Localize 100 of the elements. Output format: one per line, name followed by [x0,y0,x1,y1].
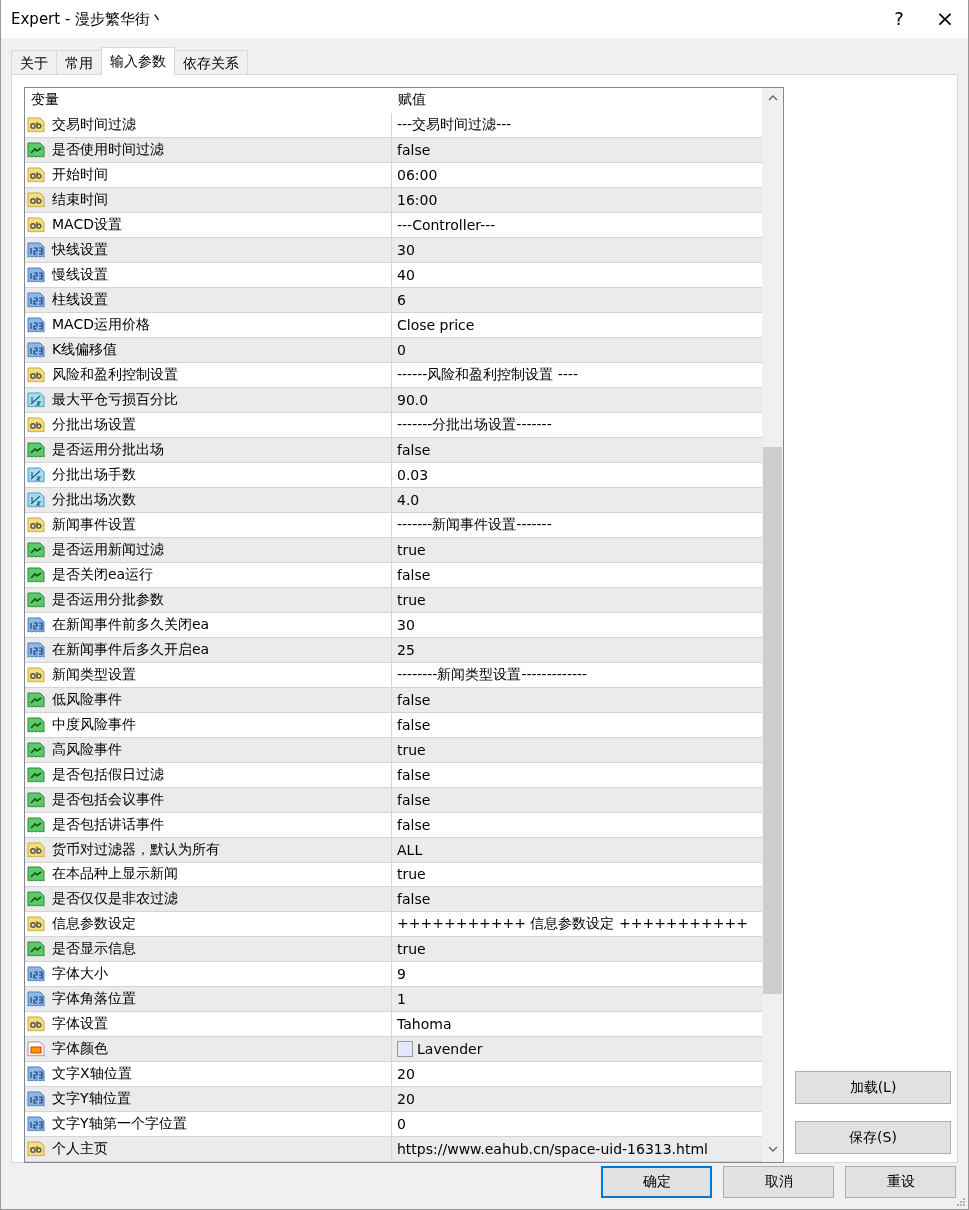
parameter-value[interactable]: true [397,591,426,608]
parameter-name: 新闻事件设置 [52,515,136,534]
parameter-value[interactable]: https://www.eahub.cn/space-uid-16313.html [397,1141,708,1158]
parameter-value[interactable]: 25 [397,641,415,658]
parameter-name: 开始时间 [52,165,108,184]
string-type-icon [27,215,45,234]
help-button[interactable]: ? [876,0,922,38]
parameter-name: 结束时间 [52,190,108,209]
parameter-value[interactable]: 0 [397,341,406,358]
bool-type-icon [27,565,45,584]
dialog-button[interactable]: 取消 [723,1166,834,1198]
color-type-icon [27,1040,45,1059]
parameter-value[interactable]: false [397,816,431,833]
parameter-name: 信息参数设定 [52,915,136,934]
parameter-value[interactable]: 0 [397,1116,406,1133]
int-type-icon [27,615,45,634]
parameter-name: 是否运用分批参数 [52,590,164,609]
parameter-value[interactable]: 40 [397,266,415,283]
parameter-name: 柱线设置 [52,290,108,309]
parameter-value[interactable]: -------新闻事件设置------- [397,515,552,534]
parameter-value[interactable]: Tahoma [397,1016,452,1033]
tab[interactable]: 输入参数 [101,47,175,75]
parameter-value[interactable]: false [397,566,431,583]
column-header: 变量 [31,91,59,110]
scroll-down-icon[interactable] [767,1144,778,1154]
int-type-icon [27,265,45,284]
parameter-name: MACD运用价格 [52,315,150,334]
parameter-name: 字体大小 [52,965,108,984]
parameter-value[interactable]: --------新闻类型设置------------- [397,665,588,684]
bool-type-icon [27,440,45,459]
parameter-value[interactable]: 30 [397,616,415,633]
parameter-value[interactable]: false [397,766,431,783]
parameter-value[interactable]: false [397,141,431,158]
scrollbar[interactable] [762,88,783,1162]
parameter-name: 文字Y轴第一个字位置 [52,1115,187,1134]
parameter-name: 是否包括假日过滤 [52,765,164,784]
close-button[interactable]: × [922,0,968,38]
int-type-icon [27,290,45,309]
bool-type-icon [27,890,45,909]
parameter-value[interactable]: 4.0 [397,491,420,508]
bool-type-icon [27,740,45,759]
int-type-icon [27,340,45,359]
parameter-name: 在新闻事件后多久开启ea [52,640,210,659]
parameter-value[interactable]: +++++++++++ 信息参数设定 +++++++++++ [397,915,748,934]
parameter-name: MACD设置 [52,215,122,234]
side-button[interactable]: 加载(L) [795,1071,951,1104]
parameter-value[interactable]: Lavender [417,1041,483,1058]
parameter-value[interactable]: -------分批出场设置------- [397,415,552,434]
string-type-icon [27,515,45,534]
parameter-name: 字体颜色 [52,1040,108,1059]
bool-type-icon [27,690,45,709]
double-type-icon [27,490,45,509]
parameter-value[interactable]: true [397,866,426,883]
parameter-value[interactable]: ALL [397,841,423,858]
parameter-value[interactable]: 16:00 [397,191,438,208]
parameter-name: 文字Y轴位置 [52,1090,131,1109]
parameter-value[interactable]: true [397,941,426,958]
parameter-value[interactable]: 90.0 [397,391,429,408]
int-type-icon [27,1115,45,1134]
parameter-value[interactable]: 6 [397,291,406,308]
parameter-value[interactable]: true [397,541,426,558]
dialog-button[interactable]: 确定 [601,1166,712,1198]
int-type-icon [27,965,45,984]
parameter-value[interactable]: false [397,716,431,733]
parameter-value[interactable]: 30 [397,241,415,258]
side-button[interactable]: 保存(S) [795,1121,951,1154]
bool-type-icon [27,940,45,959]
parameter-value[interactable]: Close price [397,316,475,333]
parameter-name: 是否关闭ea运行 [52,565,154,584]
parameter-value[interactable]: 06:00 [397,166,438,183]
tab[interactable]: 依存关系 [174,50,248,74]
parameter-name: 是否仅仅是非农过滤 [52,890,178,909]
tab[interactable]: 关于 [11,50,57,74]
parameter-value[interactable]: 0.03 [397,466,429,483]
string-type-icon [27,840,45,859]
parameter-value[interactable]: ---交易时间过滤--- [397,115,512,134]
parameter-value[interactable]: 1 [397,991,406,1008]
bool-type-icon [27,590,45,609]
int-type-icon [27,315,45,334]
window-title: Expert - 漫步繁华街丶 [11,9,167,29]
parameter-value[interactable]: 20 [397,1091,415,1108]
parameter-name: 分批出场次数 [52,490,136,509]
parameter-value[interactable]: false [397,441,431,458]
parameter-value[interactable]: false [397,791,431,808]
parameter-value[interactable]: 20 [397,1066,415,1083]
dialog-button[interactable]: 重设 [845,1166,956,1198]
parameter-name: 新闻类型设置 [52,665,136,684]
parameter-name: 货币对过滤器，默认为所有 [52,840,220,859]
parameter-value[interactable]: ------风险和盈利控制设置 ---- [397,365,578,384]
int-type-icon [27,640,45,659]
scroll-up-icon[interactable] [767,93,778,103]
parameter-value[interactable]: 9 [397,966,406,983]
parameter-value[interactable]: false [397,891,431,908]
parameter-value[interactable]: true [397,741,426,758]
parameter-name: 快线设置 [52,240,108,259]
parameter-value[interactable]: false [397,691,431,708]
parameter-value[interactable]: ---Controller--- [397,216,496,233]
parameter-name: 个人主页 [52,1140,108,1159]
resize-grip-icon[interactable] [957,1198,966,1207]
parameter-name: 文字X轴位置 [52,1065,132,1084]
